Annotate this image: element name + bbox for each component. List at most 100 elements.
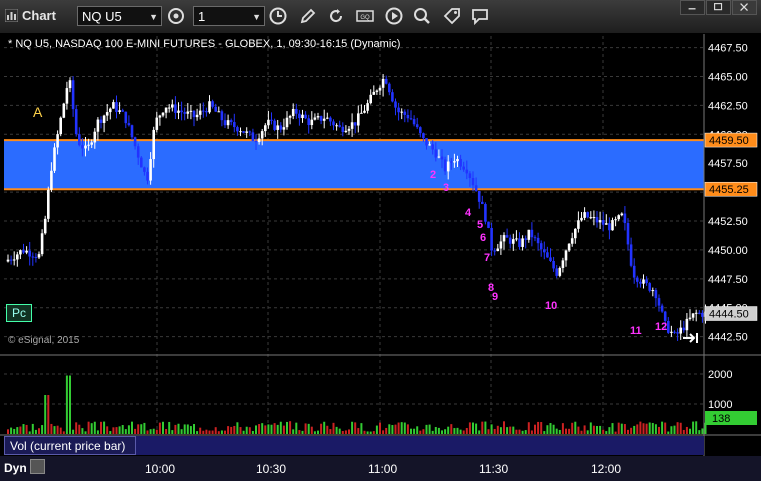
volume-bar — [363, 430, 366, 434]
volume-bar — [664, 422, 667, 434]
candle-body — [701, 312, 704, 317]
candle-body — [59, 117, 62, 135]
candle-body — [211, 101, 214, 107]
volume-bar — [654, 424, 657, 434]
candle-body — [657, 298, 661, 306]
candle-body — [539, 243, 543, 250]
candle-body — [533, 237, 537, 239]
volume-bar — [379, 422, 381, 434]
candle-body — [121, 110, 124, 112]
tag-icon[interactable] — [442, 6, 462, 26]
candle-body — [688, 317, 692, 319]
volume-bar — [400, 422, 403, 434]
candle-body — [56, 134, 59, 148]
price-chart[interactable]: 23456789101112 4467.504465.004462.504460… — [0, 34, 761, 456]
candle-body — [335, 125, 338, 127]
volume-bar — [338, 428, 341, 434]
volume-bar — [59, 427, 62, 434]
volume-bar — [72, 429, 75, 434]
volume-bar — [227, 426, 230, 434]
volume-bar — [326, 425, 329, 434]
volume-tab[interactable]: Vol (current price bar) — [4, 436, 136, 455]
candle-body — [648, 283, 651, 291]
candle-body — [16, 254, 19, 260]
candle-body — [642, 279, 645, 284]
settings-icon[interactable] — [166, 6, 186, 26]
candle-body — [28, 250, 31, 257]
volume-bar — [357, 428, 360, 434]
time-label: 11:00 — [368, 462, 398, 476]
volume-bar — [596, 425, 598, 434]
candle-body — [6, 259, 10, 262]
lock-icon[interactable] — [30, 459, 45, 474]
candle-body — [233, 122, 236, 128]
candle-body — [601, 220, 605, 225]
chevron-down-icon[interactable]: ▼ — [149, 7, 158, 27]
count-label: 6 — [480, 232, 486, 244]
candle-body — [171, 104, 174, 108]
symbol-combo[interactable]: NQ U5 ▼ — [77, 6, 162, 26]
minimize-button[interactable] — [680, 0, 705, 15]
close-button[interactable] — [732, 0, 757, 15]
title-bar: Chart NQ U5 ▼ 1 ▼ GQ — [0, 0, 761, 34]
zoom-icon[interactable] — [412, 6, 432, 26]
volume-bar — [174, 424, 177, 434]
volume-bar — [366, 431, 369, 434]
candle-body — [474, 185, 478, 191]
scroll-to-end-icon[interactable] — [682, 331, 700, 345]
comment-icon[interactable] — [470, 6, 490, 26]
volume-bar — [103, 421, 106, 434]
volume-bar — [239, 427, 242, 434]
volume-bar — [69, 375, 71, 434]
volume-bar — [639, 421, 642, 434]
candle-body — [561, 260, 565, 268]
volume-bar — [360, 423, 363, 434]
volume-bar — [490, 424, 493, 434]
volume-bar — [28, 431, 31, 434]
volume-bar — [289, 421, 292, 434]
volume-bar — [208, 430, 211, 434]
clock-icon[interactable] — [268, 6, 288, 26]
play-icon[interactable] — [384, 6, 404, 26]
candle-body — [384, 78, 388, 84]
volume-bar — [614, 431, 617, 434]
candle-body — [90, 142, 93, 145]
band-upper-label: 4459.50 — [709, 135, 749, 147]
candle-body — [515, 238, 518, 240]
candle-body — [614, 219, 617, 221]
volume-bar — [255, 425, 257, 434]
volume-bar — [115, 427, 118, 434]
volume-bar — [242, 430, 245, 434]
candle-body — [403, 111, 407, 115]
volume-bar — [391, 425, 394, 434]
volume-bar — [62, 431, 65, 434]
candle-body — [304, 114, 307, 119]
candle-body — [99, 119, 103, 123]
volume-bar — [233, 425, 236, 434]
maximize-button[interactable] — [706, 0, 731, 15]
candle-body — [205, 111, 208, 113]
quote-icon[interactable]: GQ — [355, 6, 375, 26]
pc-button[interactable]: Pc — [6, 304, 32, 322]
refresh-icon[interactable] — [326, 6, 346, 26]
volume-bar — [484, 421, 487, 434]
price-band — [4, 140, 704, 190]
volume-bar — [351, 421, 354, 434]
candle-body — [133, 137, 137, 147]
candle-body — [248, 131, 252, 133]
count-label: 10 — [545, 300, 557, 312]
pencil-icon[interactable] — [298, 6, 318, 26]
dynamic-mode-label[interactable]: Dyn — [4, 461, 27, 475]
volume-bar — [388, 424, 391, 434]
interval-combo[interactable]: 1 ▼ — [193, 6, 265, 26]
volume-bar — [459, 429, 462, 434]
volume-bar — [530, 430, 533, 434]
candle-body — [388, 83, 391, 93]
volume-bar — [574, 421, 577, 434]
volume-bar — [248, 427, 251, 434]
candle-body — [583, 212, 586, 218]
chevron-down-icon[interactable]: ▼ — [252, 7, 261, 27]
candle-body — [239, 131, 242, 133]
candle-body — [508, 237, 512, 244]
volume-bar — [112, 427, 115, 434]
